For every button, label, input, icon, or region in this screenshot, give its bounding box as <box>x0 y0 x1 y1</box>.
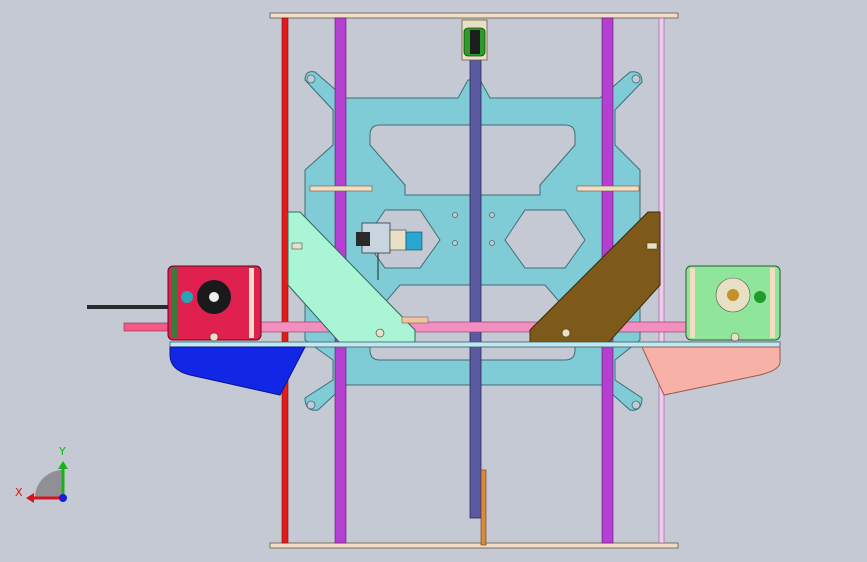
left-motor-rail <box>172 268 177 338</box>
bracket-bolt-left <box>291 242 303 250</box>
left-motor-shaft-inner <box>209 292 219 302</box>
frame-top-bar[interactable] <box>269 12 679 19</box>
right-rod-clamp <box>576 185 640 192</box>
small-motor[interactable] <box>405 231 423 251</box>
right-foot[interactable] <box>641 346 781 396</box>
bracket-bolt-right <box>646 242 658 250</box>
left-motor-rail-2 <box>249 268 254 338</box>
small-motor-body <box>389 229 407 251</box>
horizontal-beam[interactable] <box>169 341 781 348</box>
x-axis-arrowhead <box>26 493 34 503</box>
assembly-drawing[interactable]: X Y <box>0 0 867 562</box>
small-motor-clamp <box>356 232 370 246</box>
right-motor-screw <box>730 332 740 342</box>
z-axis-dot <box>59 494 67 502</box>
left-red-rod[interactable] <box>281 17 289 544</box>
cad-viewport[interactable]: X Y <box>0 0 867 562</box>
right-motor-shaft-inner <box>727 289 739 301</box>
y-axis-label: Y <box>58 445 66 458</box>
pulley-core <box>470 30 480 54</box>
x-axis-label: X <box>15 486 23 499</box>
triad-plane-shading <box>35 470 63 498</box>
bracket-pin-right <box>561 328 571 338</box>
left-motor-knob <box>181 291 193 303</box>
right-motor-knob <box>754 291 766 303</box>
plate-pin <box>401 316 429 324</box>
bracket-pin-left <box>375 328 385 338</box>
y-axis-arrowhead <box>58 461 68 469</box>
lower-belt-tab <box>480 469 487 546</box>
right-motor-rail-2 <box>770 268 775 338</box>
frame-bottom-bar[interactable] <box>269 542 679 549</box>
center-belt[interactable] <box>469 54 482 519</box>
left-rod-clamp <box>309 185 373 192</box>
coordinate-triad[interactable]: X Y <box>15 445 68 503</box>
right-motor-rail <box>690 268 695 338</box>
left-motor-screw <box>209 332 219 342</box>
